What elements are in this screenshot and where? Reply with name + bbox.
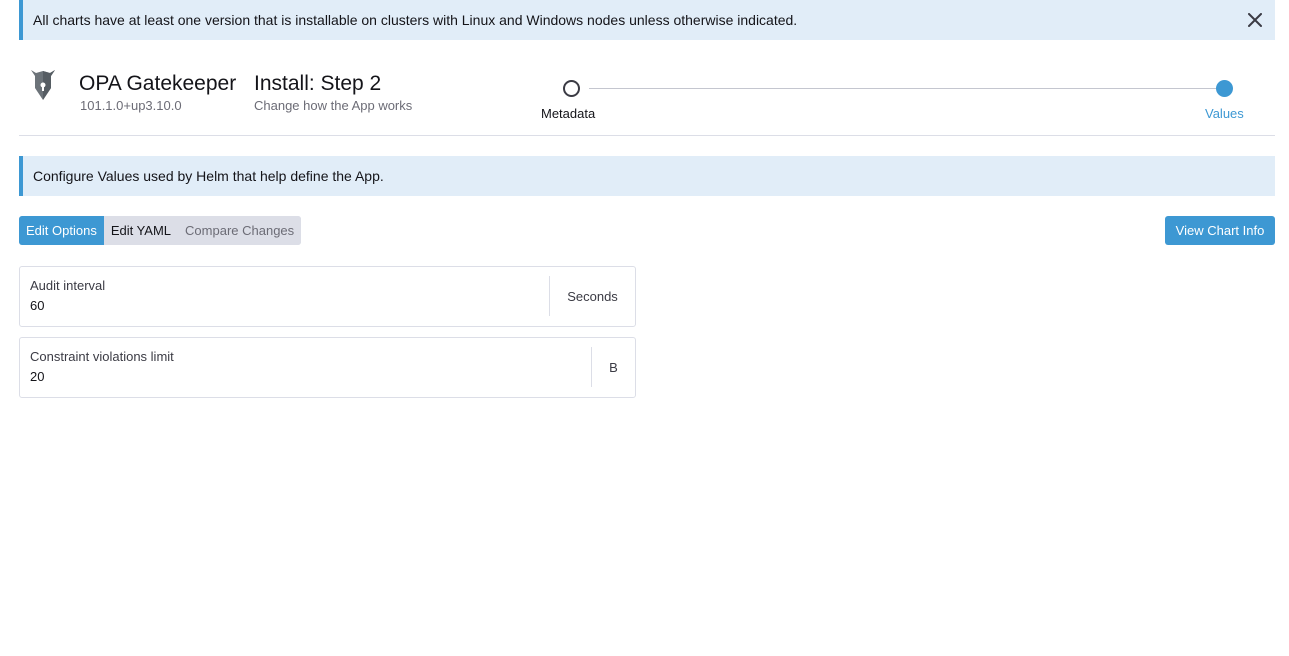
gatekeeper-logo-icon [28, 68, 58, 102]
step-subtitle: Change how the App works [254, 98, 413, 113]
audit-interval-field[interactable]: Audit interval 60 Seconds [19, 266, 636, 327]
progress-line [589, 88, 1225, 89]
view-chart-info-button[interactable]: View Chart Info [1165, 216, 1275, 245]
tab-compare-changes[interactable]: Compare Changes [178, 216, 302, 245]
constraint-violations-limit-field[interactable]: Constraint violations limit 20 B [19, 337, 636, 398]
app-name: OPA Gatekeeper [79, 72, 237, 95]
banner-text: All charts have at least one version tha… [33, 12, 798, 28]
step-label-values[interactable]: Values [1205, 106, 1244, 121]
app-version: 101.1.0+up3.10.0 [80, 98, 182, 113]
step-label-metadata[interactable]: Metadata [541, 106, 595, 121]
info-banner-charts: All charts have at least one version tha… [19, 0, 1275, 40]
tab-edit-options[interactable]: Edit Options [19, 216, 104, 245]
field-label: Constraint violations limit [30, 349, 174, 364]
info-banner-helm: Configure Values used by Helm that help … [19, 156, 1275, 196]
field-suffix: B [591, 347, 635, 387]
step-title: Install: Step 2 [254, 72, 382, 95]
install-header: OPA Gatekeeper 101.1.0+up3.10.0 Install:… [19, 60, 1275, 136]
constraint-violations-limit-input[interactable]: 20 [30, 369, 44, 384]
banner-text: Configure Values used by Helm that help … [33, 168, 384, 184]
tab-edit-yaml[interactable]: Edit YAML [103, 216, 179, 245]
step-values-indicator[interactable] [1216, 80, 1233, 97]
field-label: Audit interval [30, 278, 106, 293]
field-suffix: Seconds [549, 276, 635, 316]
close-icon[interactable] [1245, 10, 1265, 30]
edit-mode-tabs: Edit Options Edit YAML Compare Changes [19, 216, 302, 245]
step-metadata-indicator[interactable] [563, 80, 580, 97]
audit-interval-input[interactable]: 60 [30, 298, 44, 313]
